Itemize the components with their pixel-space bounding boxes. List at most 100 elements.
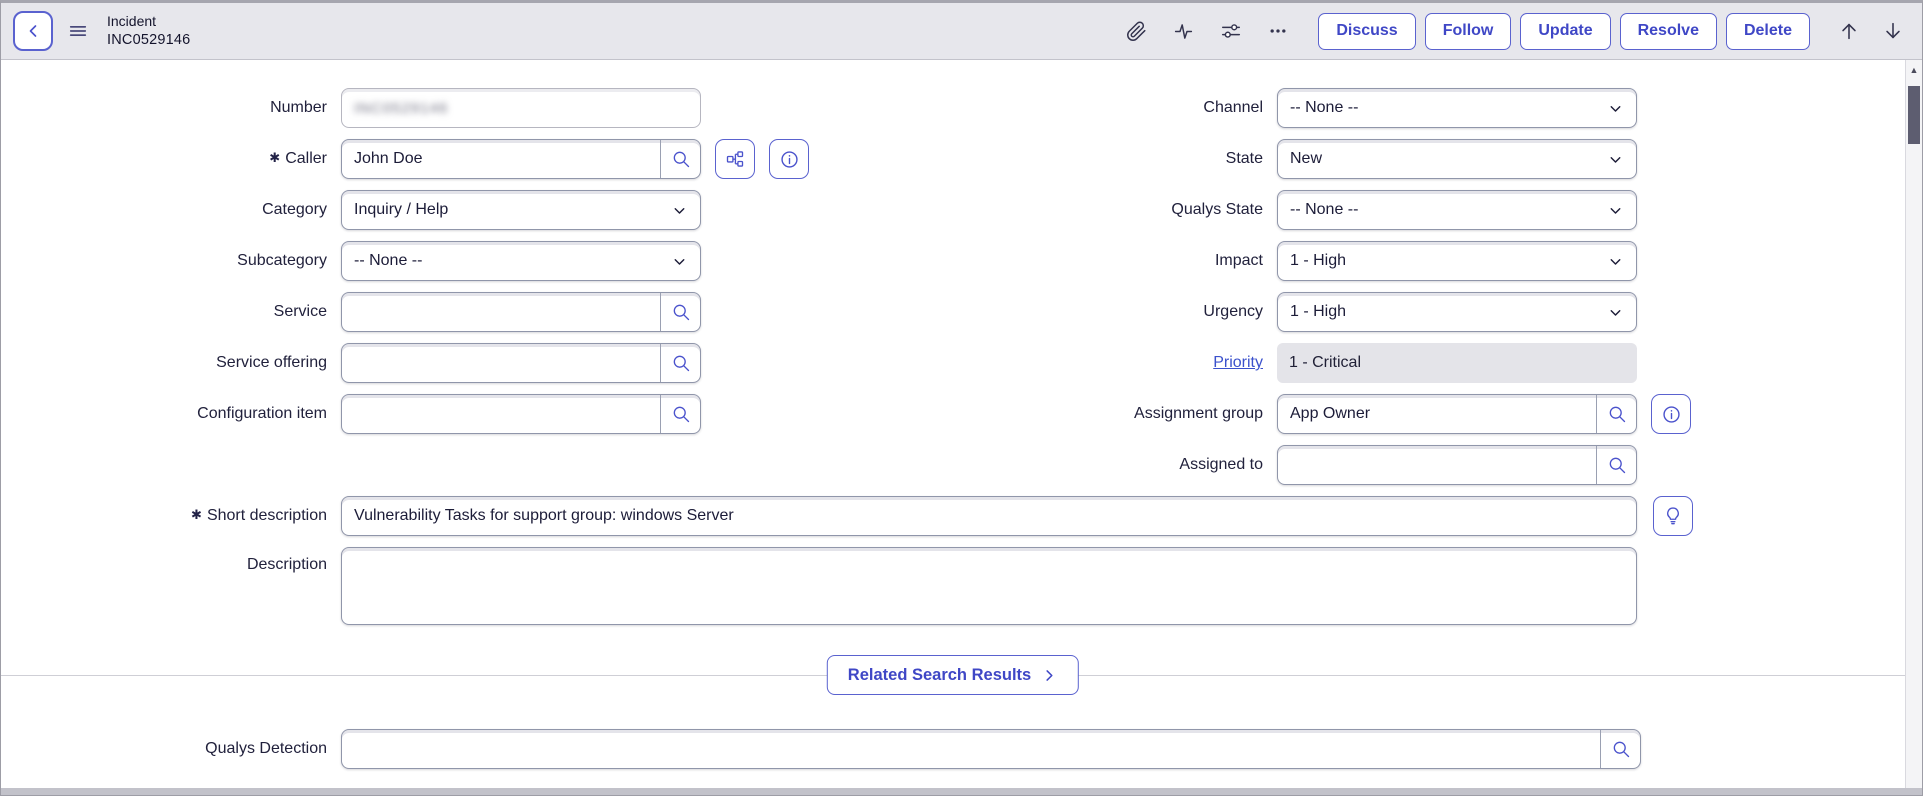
- chevron-down-icon: [1610, 156, 1621, 163]
- qualys-detection-field: [341, 729, 1641, 769]
- form-header: Incident INC0529146 Discuss Follow Updat…: [1, 3, 1922, 60]
- caller-field: [341, 139, 701, 179]
- caller-lookup-button[interactable]: [660, 140, 700, 178]
- follow-button[interactable]: Follow: [1424, 12, 1512, 50]
- state-label: State: [1225, 150, 1263, 167]
- chevron-down-icon: [674, 258, 685, 265]
- impact-select[interactable]: 1 - High: [1277, 241, 1637, 281]
- assigned-to-lookup-button[interactable]: [1596, 446, 1636, 484]
- service-label: Service: [273, 303, 327, 320]
- activity-stream-button[interactable]: [1169, 17, 1198, 46]
- channel-select[interactable]: -- None --: [1277, 88, 1637, 128]
- description-textarea[interactable]: [341, 547, 1637, 625]
- configuration-item-lookup-button[interactable]: [660, 395, 700, 433]
- state-select[interactable]: New: [1277, 139, 1637, 179]
- qualys-detection-input[interactable]: [342, 730, 1600, 768]
- chevron-down-icon: [1610, 105, 1621, 112]
- pulse-icon: [1175, 23, 1193, 39]
- configuration-item-input[interactable]: [342, 395, 660, 433]
- caller-preview-button[interactable]: [769, 139, 809, 179]
- hamburger-icon: [69, 26, 87, 36]
- subcategory-select[interactable]: -- None --: [341, 241, 701, 281]
- chevron-right-icon: [1046, 669, 1053, 681]
- short-description-field: [341, 496, 1637, 536]
- field-row-service: Service: [1, 292, 953, 332]
- delete-button[interactable]: Delete: [1725, 12, 1810, 50]
- previous-record-button[interactable]: [1834, 16, 1864, 46]
- scrollbar-thumb[interactable]: [1908, 86, 1920, 144]
- configuration-item-field: [341, 394, 701, 434]
- info-icon: [780, 150, 798, 168]
- personalize-form-button[interactable]: [1216, 16, 1246, 46]
- configuration-item-label: Configuration item: [197, 405, 327, 422]
- field-row-assignment-group: Assignment group: [953, 394, 1905, 434]
- field-row-service-offering: Service offering: [1, 343, 953, 383]
- priority-value: 1 - Critical: [1277, 343, 1637, 383]
- assignment-group-lookup-button[interactable]: [1596, 395, 1636, 433]
- short-description-input[interactable]: [342, 497, 1636, 535]
- category-label: Category: [262, 201, 327, 218]
- field-row-category: Category Inquiry / Help: [1, 190, 953, 230]
- chevron-down-icon: [1610, 309, 1621, 316]
- qualys-state-value: -- None --: [1290, 201, 1359, 218]
- attachment-button[interactable]: [1122, 17, 1151, 46]
- sliders-icon: [1222, 24, 1241, 38]
- discuss-button[interactable]: Discuss: [1318, 12, 1416, 50]
- subcategory-label: Subcategory: [237, 252, 327, 269]
- assignment-group-preview-button[interactable]: [1651, 394, 1691, 434]
- more-options-button[interactable]: [1264, 17, 1292, 45]
- search-icon: [1613, 741, 1629, 758]
- related-search-section: Related Search Results: [1, 655, 1905, 695]
- search-icon: [673, 355, 689, 372]
- impact-label: Impact: [1214, 252, 1263, 269]
- resolve-button[interactable]: Resolve: [1619, 12, 1717, 50]
- service-offering-label: Service offering: [216, 354, 327, 371]
- vertical-scrollbar[interactable]: ▲: [1905, 60, 1922, 792]
- service-input[interactable]: [342, 293, 660, 331]
- field-row-number: Number INC0529146: [1, 88, 953, 128]
- required-marker-icon: ✱: [191, 507, 202, 522]
- priority-link[interactable]: Priority: [1213, 354, 1263, 371]
- update-button[interactable]: Update: [1520, 12, 1611, 50]
- related-search-results-button[interactable]: Related Search Results: [826, 655, 1080, 695]
- service-field: [341, 292, 701, 332]
- qualys-detection-label: Qualys Detection: [205, 740, 327, 757]
- page-title: Incident INC0529146: [107, 12, 190, 49]
- service-offering-input[interactable]: [342, 344, 660, 382]
- record-type-label: Incident: [107, 13, 157, 30]
- field-row-urgency: Urgency 1 - High: [953, 292, 1905, 332]
- menu-button[interactable]: [63, 16, 93, 46]
- assignment-group-field: [1277, 394, 1637, 434]
- service-offering-field: [341, 343, 701, 383]
- service-lookup-button[interactable]: [660, 293, 700, 331]
- qualys-detection-lookup-button[interactable]: [1600, 730, 1640, 768]
- state-value: New: [1290, 150, 1323, 167]
- qualys-state-select[interactable]: -- None --: [1277, 190, 1637, 230]
- caller-org-chart-button[interactable]: [715, 139, 755, 179]
- caller-label: ✱ Caller: [269, 150, 327, 167]
- short-description-label: ✱ Short description: [191, 507, 327, 524]
- field-row-channel: Channel -- None --: [953, 88, 1905, 128]
- assignment-group-input[interactable]: [1278, 395, 1596, 433]
- category-select[interactable]: Inquiry / Help: [341, 190, 701, 230]
- service-offering-lookup-button[interactable]: [660, 344, 700, 382]
- window-bottom-edge: [1, 788, 1922, 795]
- back-button[interactable]: [13, 11, 53, 51]
- arrow-down-icon: [1886, 22, 1900, 39]
- field-row-subcategory: Subcategory -- None --: [1, 241, 953, 281]
- incident-record-window: Incident INC0529146 Discuss Follow Updat…: [0, 0, 1923, 796]
- assignment-group-label: Assignment group: [1134, 405, 1263, 422]
- caller-input[interactable]: [342, 140, 660, 178]
- assigned-to-input[interactable]: [1278, 446, 1596, 484]
- impact-value: 1 - High: [1290, 252, 1347, 269]
- urgency-select[interactable]: 1 - High: [1277, 292, 1637, 332]
- scrollbar-up-arrow-icon[interactable]: ▲: [1906, 60, 1922, 80]
- chevron-left-icon: [29, 25, 37, 37]
- subcategory-value: -- None --: [354, 252, 423, 269]
- suggestions-button[interactable]: [1653, 496, 1693, 536]
- field-row-qualys-detection: Qualys Detection: [1, 729, 1905, 769]
- channel-value: -- None --: [1290, 99, 1359, 116]
- next-record-button[interactable]: [1878, 16, 1908, 46]
- search-icon: [673, 151, 689, 168]
- channel-label: Channel: [1203, 99, 1263, 116]
